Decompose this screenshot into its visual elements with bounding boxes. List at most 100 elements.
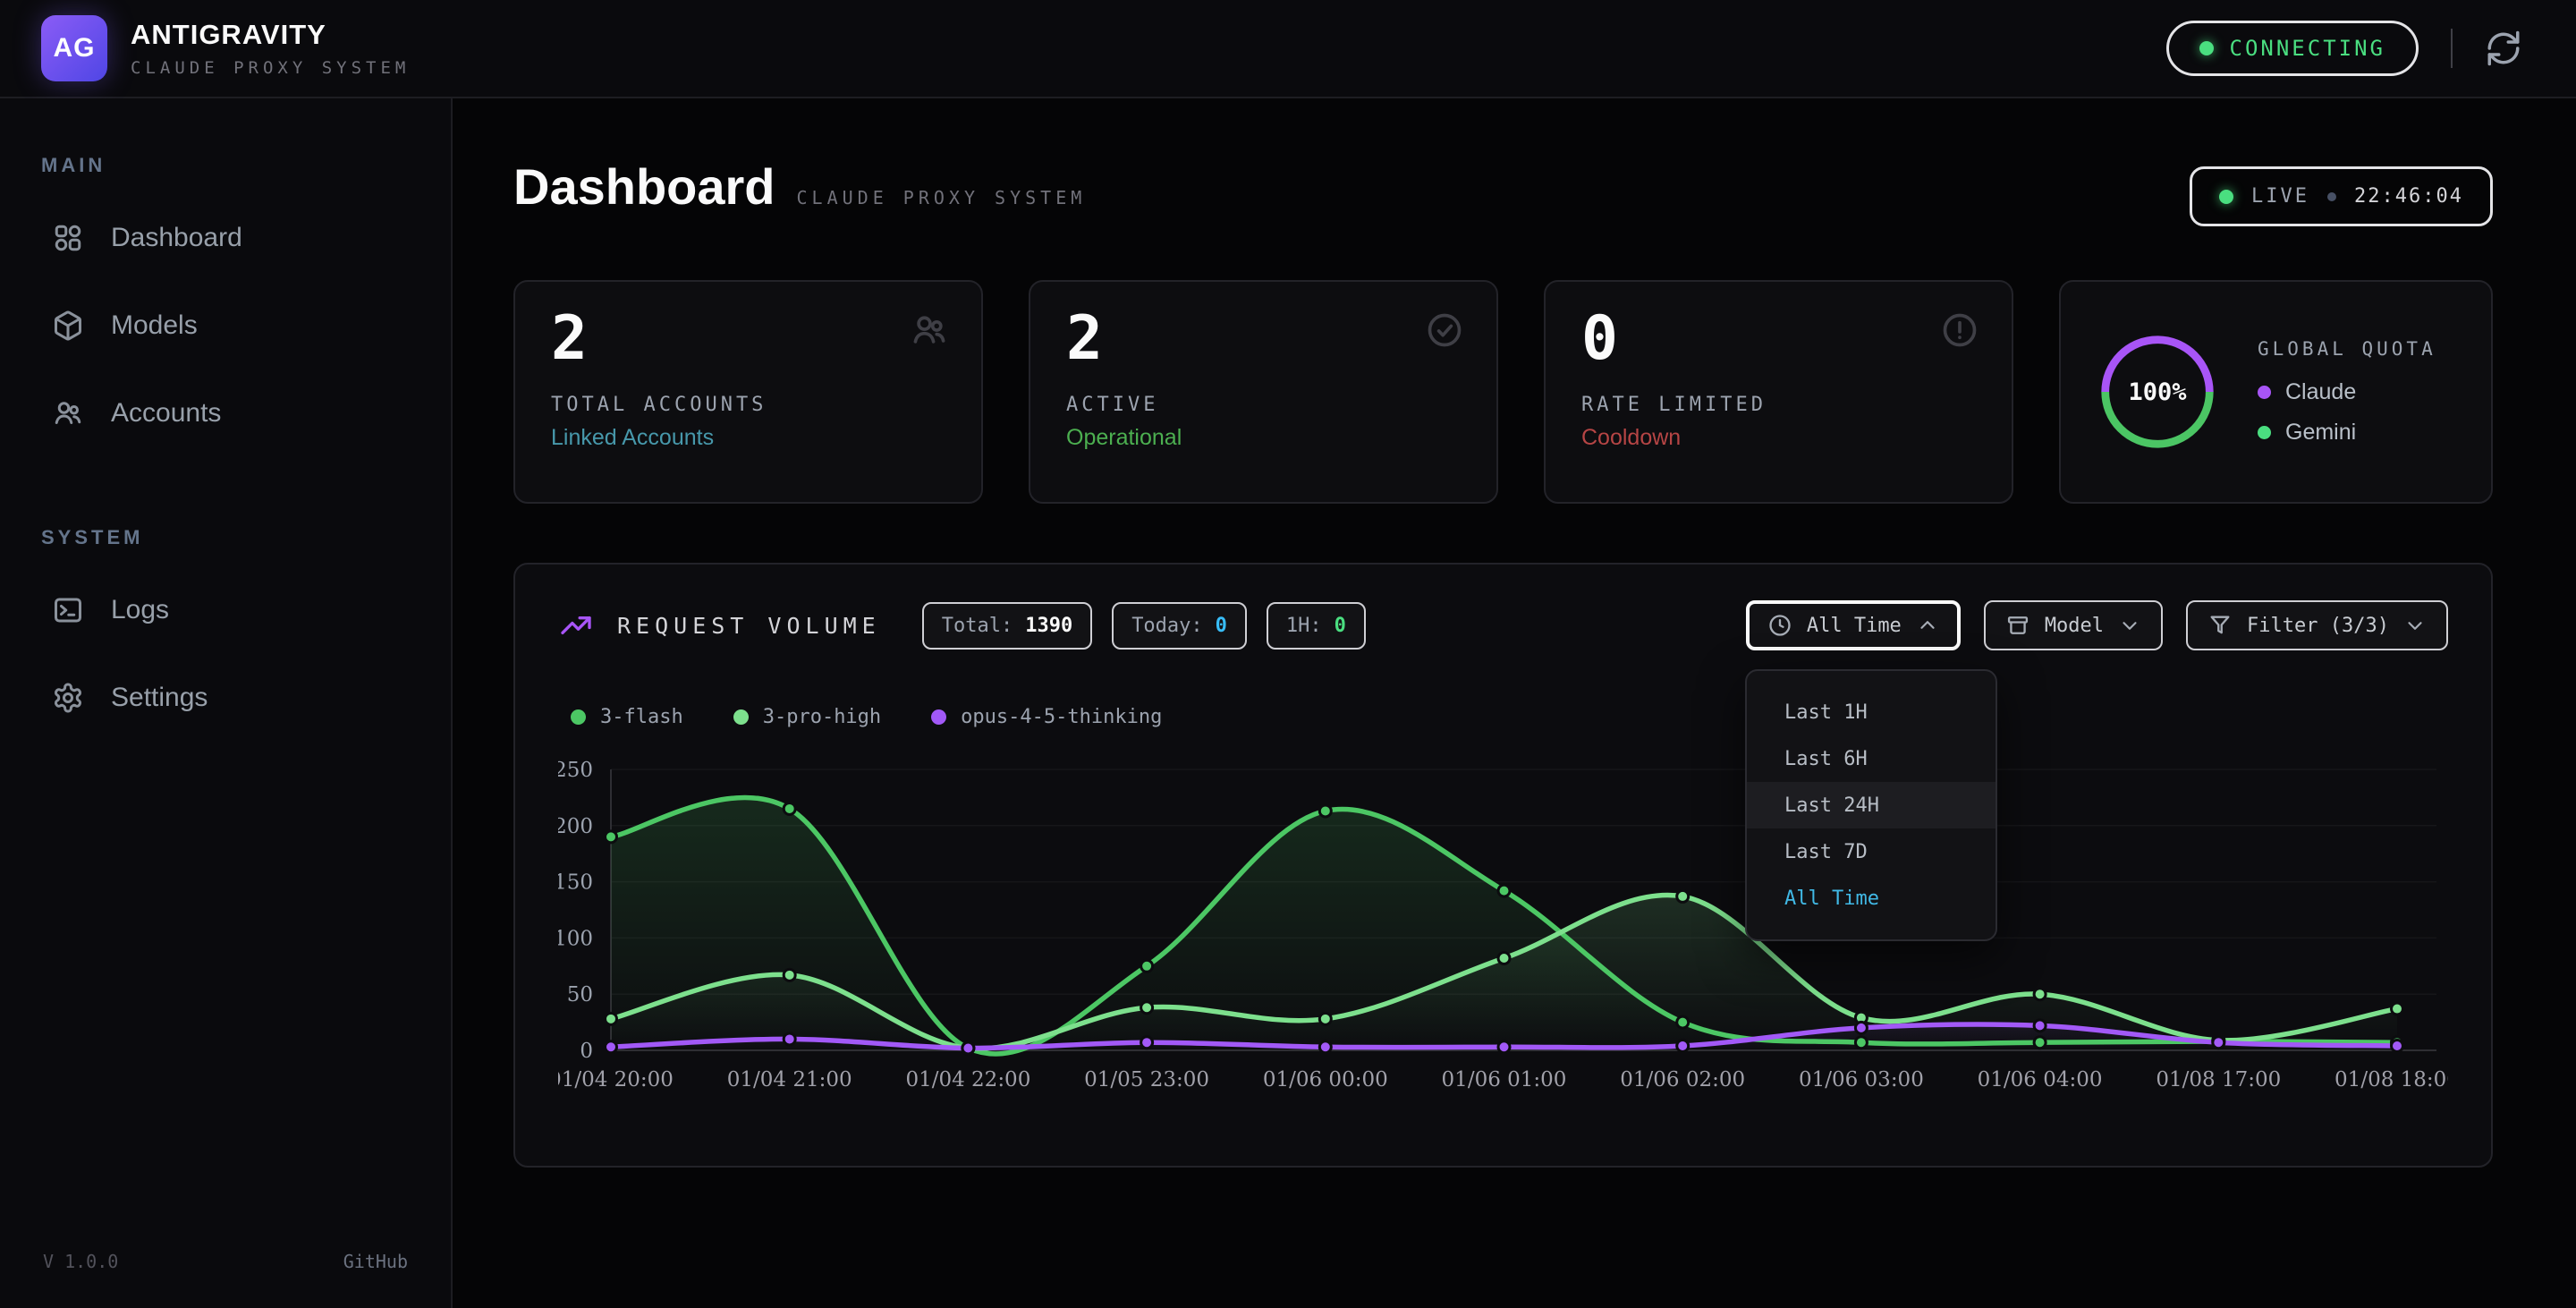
stat-label: TOTAL ACCOUNTS <box>551 394 945 416</box>
chevron-up-icon <box>1916 614 1939 637</box>
filter-dropdown-button[interactable]: Filter (3/3) <box>2186 600 2448 650</box>
status-dot-icon <box>2199 41 2214 55</box>
sidebar-item-models[interactable]: Models <box>32 295 419 356</box>
svg-text:01/04 22:00: 01/04 22:00 <box>905 1068 1030 1091</box>
sidebar-item-settings[interactable]: Settings <box>32 667 419 728</box>
sidebar-item-dashboard[interactable]: Dashboard <box>32 208 419 268</box>
sidebar-item-label: Accounts <box>111 398 221 429</box>
sidebar: MAIN Dashboard Models <box>0 98 453 1308</box>
time-range-value: All Time <box>1807 615 1902 637</box>
badge-label: Today: <box>1131 615 1202 637</box>
gemini-dot-icon <box>2258 426 2271 439</box>
topbar: AG ANTIGRAVITY CLAUDE PROXY SYSTEM CONNE… <box>0 0 2576 98</box>
quota-legend-claude: Claude <box>2258 379 2436 405</box>
sidebar-item-accounts[interactable]: Accounts <box>32 383 419 444</box>
legend-item-3-pro-high: 3-pro-high <box>733 706 881 728</box>
total-requests-badge: Total: 1390 <box>922 602 1092 650</box>
time-range-dropdown-button[interactable]: All Time <box>1746 600 1961 650</box>
stat-sub-label: Linked Accounts <box>551 425 945 451</box>
claude-dot-icon <box>2258 386 2271 399</box>
series-dot-icon <box>931 709 946 725</box>
funnel-icon <box>2207 613 2233 638</box>
menu-item-last-24h[interactable]: Last 24H <box>1747 782 1996 828</box>
svg-text:150: 150 <box>558 871 593 895</box>
quota-percent: 100% <box>2097 331 2218 453</box>
filter-dropdown-label: Filter (3/3) <box>2247 615 2389 637</box>
app-subtitle: CLAUDE PROXY SYSTEM <box>131 58 410 78</box>
svg-text:01/06 04:00: 01/06 04:00 <box>1978 1068 2103 1091</box>
menu-item-last-6h[interactable]: Last 6H <box>1747 735 1996 782</box>
live-dot-icon <box>2219 190 2233 204</box>
refresh-icon <box>2485 30 2522 67</box>
badge-value: 0 <box>1216 615 1227 637</box>
request-volume-chart[interactable]: 05010015020025001/04 20:0001/04 21:0001/… <box>558 734 2448 1114</box>
chevron-down-icon <box>2118 614 2141 637</box>
sidebar-item-label: Logs <box>111 595 169 625</box>
badge-value: 0 <box>1335 615 1346 637</box>
sidebar-section-system: SYSTEM <box>32 526 419 549</box>
stat-card-active: 2 ACTIVE Operational <box>1029 280 1498 504</box>
legend-item-3-flash: 3-flash <box>571 706 683 728</box>
live-clock: 22:46:04 <box>2354 185 2463 208</box>
connection-status-badge: CONNECTING <box>2166 21 2419 76</box>
stat-value: 2 <box>1066 307 1461 370</box>
legend-item-opus: opus-4-5-thinking <box>931 706 1162 728</box>
badge-label: 1H: <box>1286 615 1322 637</box>
stat-card-rate-limited: 0 RATE LIMITED Cooldown <box>1544 280 2013 504</box>
svg-text:01/06 01:00: 01/06 01:00 <box>1442 1068 1567 1091</box>
sidebar-section-main: MAIN <box>32 154 419 177</box>
model-dropdown-button[interactable]: Model <box>1984 600 2163 650</box>
terminal-icon <box>52 594 84 626</box>
users-icon <box>910 310 949 354</box>
trending-up-icon <box>558 607 594 643</box>
menu-item-last-1h[interactable]: Last 1H <box>1747 689 1996 735</box>
page-title: Dashboard <box>513 157 775 216</box>
model-dropdown-label: Model <box>2045 615 2104 637</box>
svg-text:01/08 18:00: 01/08 18:00 <box>2334 1068 2448 1091</box>
sidebar-item-logs[interactable]: Logs <box>32 580 419 641</box>
menu-item-all-time[interactable]: All Time <box>1747 875 1996 922</box>
stat-value: 2 <box>551 307 945 370</box>
live-status-badge: LIVE 22:46:04 <box>2190 166 2493 226</box>
svg-text:01/06 02:00: 01/06 02:00 <box>1620 1068 1745 1091</box>
quota-label: GLOBAL QUOTA <box>2258 338 2436 360</box>
quota-ring-chart: 100% <box>2097 331 2218 453</box>
chart-title: REQUEST VOLUME <box>617 613 881 639</box>
refresh-button[interactable] <box>2485 30 2522 67</box>
stats-row: 2 TOTAL ACCOUNTS Linked Accounts 2 ACTIV… <box>513 280 2493 504</box>
request-volume-card: REQUEST VOLUME Total: 1390 Today: 0 1H: … <box>513 563 2493 1168</box>
alert-circle-icon <box>1940 310 1979 354</box>
svg-text:0: 0 <box>580 1040 593 1063</box>
badge-label: Total: <box>942 615 1013 637</box>
cube-icon <box>52 310 84 342</box>
quota-legend-gemini: Gemini <box>2258 420 2436 446</box>
quota-legend-label: Gemini <box>2285 420 2356 446</box>
stat-sub-label: Cooldown <box>1581 425 1976 451</box>
stat-label: ACTIVE <box>1066 394 1461 416</box>
series-dot-icon <box>733 709 749 725</box>
stat-label: RATE LIMITED <box>1581 394 1976 416</box>
svg-text:01/04 20:00: 01/04 20:00 <box>558 1068 674 1091</box>
svg-text:200: 200 <box>558 815 593 838</box>
stat-card-global-quota: 100% GLOBAL QUOTA Claude Gemini <box>2059 280 2493 504</box>
chart-legend: 3-flash 3-pro-high opus-4-5-thinking <box>558 706 2448 728</box>
main-content: Dashboard CLAUDE PROXY SYSTEM LIVE 22:46… <box>453 98 2576 1308</box>
svg-text:250: 250 <box>558 759 593 782</box>
app-title: ANTIGRAVITY <box>131 19 410 51</box>
svg-text:01/04 21:00: 01/04 21:00 <box>727 1068 852 1091</box>
chevron-down-icon <box>2403 614 2427 637</box>
menu-item-last-7d[interactable]: Last 7D <box>1747 828 1996 875</box>
legend-label: opus-4-5-thinking <box>961 706 1162 728</box>
badge-value: 1390 <box>1025 615 1072 637</box>
legend-label: 3-flash <box>600 706 683 728</box>
sidebar-item-label: Settings <box>111 683 208 713</box>
app-version: V 1.0.0 <box>43 1251 118 1272</box>
grid-icon <box>52 222 84 254</box>
today-requests-badge: Today: 0 <box>1112 602 1247 650</box>
svg-text:01/08 17:00: 01/08 17:00 <box>2156 1068 2281 1091</box>
separator-dot-icon <box>2327 192 2336 201</box>
svg-text:01/05 23:00: 01/05 23:00 <box>1084 1068 1209 1091</box>
github-link[interactable]: GitHub <box>343 1251 408 1272</box>
brand: AG ANTIGRAVITY CLAUDE PROXY SYSTEM <box>41 15 410 81</box>
users-icon <box>52 397 84 429</box>
